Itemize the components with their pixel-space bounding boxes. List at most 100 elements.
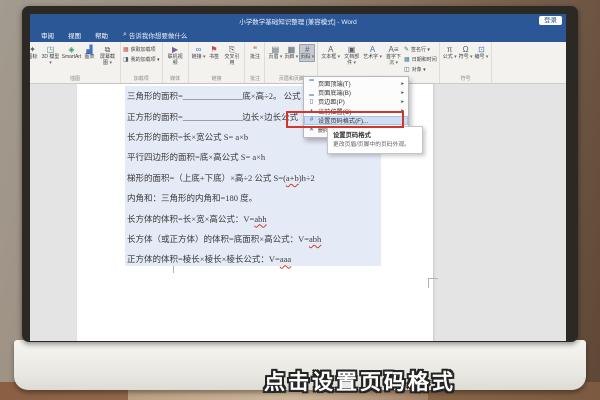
comment-icon: ❝ — [252, 45, 258, 54]
menu-item-页边距[interactable]: ▯ 页边距(P) ▸ — [304, 97, 408, 107]
numbering-icon: ⊡ — [478, 45, 485, 54]
page-number-bottom-icon: ▁ — [309, 90, 314, 97]
signature-line-button[interactable]: ✎ 签名行 ▾ — [404, 45, 437, 54]
store-button[interactable]: ▦ 获取加载项 — [123, 45, 160, 54]
menu-item-label: 页面底端(B) — [318, 90, 351, 98]
screenshot-button[interactable]: ⧉ 屏幕截图 ▾ — [97, 44, 118, 67]
online-video-button[interactable]: ▶ 联机视频 — [165, 44, 186, 67]
ribbon-group-label: 媒体 — [170, 76, 181, 82]
button-label: 艺术字 ▾ — [363, 54, 383, 60]
icons-button[interactable]: ✦图标 — [30, 44, 40, 62]
annotation-red-box — [286, 111, 404, 128]
online-video-icon: ▶ — [172, 45, 179, 54]
button-label: 屏幕截图 ▾ — [99, 54, 115, 66]
document-line[interactable]: 长方体的体积=长×宽×高公式：V= abh — [127, 208, 427, 228]
text-segment: 平行四边形的面积=底×高公式 S= a×h — [127, 152, 266, 163]
spellcheck-underline: a+b — [285, 172, 299, 183]
my-addins-button[interactable]: ◨ 我的加载项 ▾ — [123, 55, 160, 64]
ribbon-group-链接: ∞ 链接 ▾ ⚑ 书签 ⎘ 交叉引用 链接 — [189, 42, 246, 83]
tab-视图[interactable]: 视图 — [61, 28, 88, 42]
ribbon-group-label: 插图 — [69, 76, 80, 82]
numbering-button[interactable]: ⊡ 编号 ▾ — [474, 44, 490, 62]
chevron-down-icon: ▾ — [49, 59, 52, 66]
format-page-numbers-tooltip: 设置页码格式 更改页眉/页脚中的页码外观。 — [327, 126, 423, 154]
header-icon: ▤ — [271, 45, 280, 54]
menu-item-页面底端[interactable]: ▁ 页面底端(B) ▸ — [304, 88, 408, 98]
button-label: 获取加载项 — [130, 47, 156, 53]
button-label: 文本框 ▾ — [321, 54, 341, 60]
button-label: 文档部件 ▾ — [344, 54, 360, 66]
object-button[interactable]: ◫ 对象 ▾ — [404, 65, 437, 74]
button-label: 签名行 ▾ — [411, 47, 430, 53]
text-segment: 内角和：三角形的内角和=180 度。 — [127, 193, 258, 204]
store-icon: ▦ — [123, 47, 129, 53]
button-label: 3D 模型 ▾ — [41, 54, 60, 66]
drop-cap-icon: A≡ — [388, 45, 399, 54]
symbol-icon: Ω — [462, 45, 469, 54]
comment-button[interactable]: ❝ 批注 — [247, 44, 262, 62]
tab-帮助[interactable]: 帮助 — [88, 28, 115, 42]
page-number-top-icon: ▔ — [309, 81, 314, 88]
document-line[interactable]: 正方体的体积=棱长×棱长×棱长公式：V= aaa — [127, 249, 427, 269]
submenu-arrow-icon: ▸ — [401, 80, 404, 87]
footer-button[interactable]: ▦ 页脚 ▾ — [283, 44, 299, 62]
document-line[interactable]: 长方体（或正方体）的体积=底面积×高公式：V= abh — [127, 229, 427, 249]
bookmark-button[interactable]: ⚑ 书签 — [206, 44, 221, 62]
button-label: 链接 ▾ — [191, 54, 206, 60]
ribbon-group-插图: ✦图标◳3D 模型 ▾◈SmartArt▟图表⧉屏幕截图 ▾插图 — [30, 42, 121, 83]
button-label: 对象 ▾ — [411, 67, 426, 73]
text-segment: 梯形的面积=（上底+下底）×高÷2 公式 S=( — [127, 172, 286, 183]
quick-parts-icon: ▣ — [347, 45, 356, 54]
page-number-button[interactable]: # 页码 ▾ — [299, 44, 316, 62]
smartart-button[interactable]: ◈ SmartArt — [61, 44, 82, 62]
button-label: SmartArt — [61, 54, 82, 60]
page-number-icon: # — [305, 45, 310, 54]
3d-model-icon: ◳ — [46, 45, 55, 54]
ribbon: ✦图标◳3D 模型 ▾◈SmartArt▟图表⧉屏幕截图 ▾插图▦获取加载项◨我… — [30, 42, 566, 84]
document-title: 小学数学基础知识整理 [兼容模式] - Word — [239, 19, 357, 26]
menu-item-页面顶端[interactable]: ▔ 页面顶端(T) ▸ — [304, 79, 408, 89]
button-label: 页码 ▾ — [300, 54, 315, 60]
screenshot-icon: ⧉ — [104, 45, 111, 54]
3d-model-button[interactable]: ◳ 3D 模型 ▾ — [40, 44, 61, 67]
search-icon: ⌕ — [123, 31, 127, 38]
button-label: 图表 — [84, 54, 95, 60]
margin-corner-mark-right — [428, 278, 438, 288]
chevron-down-icon: ▾ — [109, 59, 112, 66]
button-label: 书签 — [208, 54, 219, 60]
spellcheck-underline: abh — [309, 233, 322, 244]
tab-审阅[interactable]: 审阅 — [34, 28, 61, 42]
chevron-down-icon: ▾ — [311, 54, 315, 60]
tell-me-search[interactable]: ⌕ 告诉我你想要做什么 — [115, 30, 187, 40]
quick-parts-button[interactable]: ▣ 文档部件 ▾ — [341, 44, 362, 67]
button-label: 联机视频 — [167, 54, 183, 66]
submenu-arrow-icon: ▸ — [401, 98, 404, 105]
symbol-button[interactable]: Ω 符号 ▾ — [458, 44, 474, 62]
chevron-down-icon: ▾ — [337, 54, 341, 60]
chevron-down-icon: ▾ — [202, 54, 206, 60]
chart-button[interactable]: ▟ 图表 — [82, 44, 97, 62]
drop-cap-button[interactable]: A≡ 首字下沉 ▾ — [383, 44, 404, 67]
button-label: 图标 — [30, 54, 38, 60]
date-time-button[interactable]: ▦ 日期和时间 — [404, 55, 437, 64]
login-button[interactable]: 登录 — [539, 16, 562, 25]
document-line[interactable]: 内角和：三角形的内角和=180 度。 — [127, 188, 427, 208]
footer-icon: ▦ — [287, 45, 296, 54]
date-time-icon: ▦ — [404, 57, 410, 63]
link-button[interactable]: ∞ 链接 ▾ — [191, 44, 207, 62]
wordart-button[interactable]: A 艺术字 ▾ — [362, 44, 383, 62]
ribbon-group-符号: π 公式 ▾ Ω 符号 ▾ ⊡ 编号 ▾ 符号 — [440, 42, 493, 83]
text-box-button[interactable]: A 文本框 ▾ — [320, 44, 341, 62]
button-label: 日期和时间 — [411, 57, 437, 63]
equation-button[interactable]: π 公式 ▾ — [442, 44, 458, 62]
button-label: 交叉引用 — [224, 54, 240, 66]
spellcheck-underline: abh — [254, 213, 267, 224]
ribbon-group-批注: ❝ 批注 批注 — [245, 42, 266, 83]
chevron-down-icon: ▾ — [470, 54, 473, 60]
cross-reference-icon: ⎘ — [228, 45, 236, 54]
header-button[interactable]: ▤ 页眉 ▾ — [267, 44, 283, 62]
document-line[interactable]: 梯形的面积=（上底+下底）×高÷2 公式 S=(a+b)h÷2 — [127, 168, 427, 188]
cross-reference-button[interactable]: ⎘ 交叉引用 — [221, 44, 242, 67]
text-box-icon: A — [327, 45, 334, 54]
button-label: 公式 ▾ — [442, 54, 457, 60]
